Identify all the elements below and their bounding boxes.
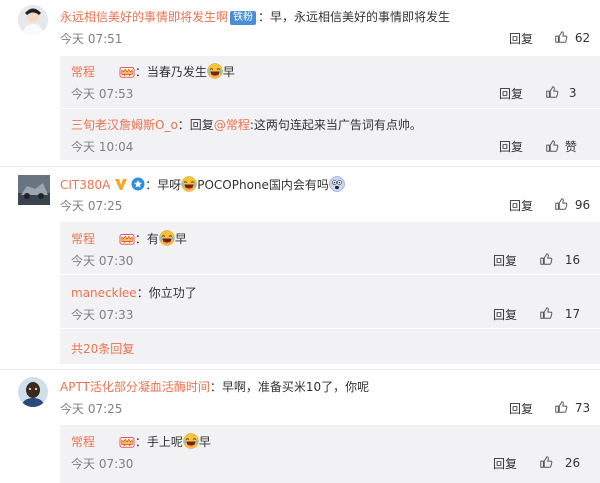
- comment-time: 今天 07:25: [60, 402, 123, 416]
- comment-author[interactable]: 永远相信美好的事情即将发生啊: [60, 10, 228, 24]
- reply-text-after: :这两句连起来当广告词有点帅。: [249, 118, 422, 132]
- vip-crown-icon: [119, 64, 135, 78]
- reply-button[interactable]: 回复: [509, 400, 533, 417]
- reply-author[interactable]: manecklee: [71, 286, 137, 300]
- like-count: 17: [564, 307, 581, 321]
- like-count: 16: [564, 253, 581, 267]
- reply-button[interactable]: 回复: [499, 85, 523, 102]
- comment-text: ：早呀: [145, 178, 182, 192]
- thumb-up-icon: [539, 306, 553, 320]
- like-button[interactable]: 16: [539, 252, 580, 269]
- comment-author[interactable]: CIT380A: [60, 178, 110, 192]
- like-label: 赞: [564, 140, 577, 154]
- comment-line: 永远相信美好的事情即将发生啊 铁粉 ：早，永远相信美好的事情即将发生: [60, 8, 450, 25]
- like-count: 62: [574, 31, 591, 45]
- thumb-up-icon: [554, 30, 568, 44]
- like-count: 3: [568, 86, 577, 100]
- fan-badge: 铁粉: [230, 11, 257, 25]
- reply-button[interactable]: 回复: [509, 197, 533, 214]
- reply-time: 今天 07:53: [71, 87, 134, 101]
- comment-author[interactable]: APTT活化部分凝血活酶时间: [60, 380, 210, 394]
- laugh-emoji-icon: [181, 176, 197, 192]
- reply-author[interactable]: 常程: [71, 232, 95, 246]
- comment-time: 今天 07:25: [60, 199, 123, 213]
- like-button[interactable]: 3: [545, 85, 576, 102]
- like-button[interactable]: 62: [554, 30, 590, 47]
- laugh-emoji-icon: [207, 63, 223, 79]
- reply-author[interactable]: 常程: [71, 435, 95, 449]
- like-count: 96: [574, 198, 591, 212]
- reply-text-after: 早: [174, 232, 187, 246]
- reply-line: manecklee：你立功了: [71, 284, 197, 301]
- comment-divider: [0, 369, 600, 370]
- divider: [60, 328, 600, 329]
- reply-time: 今天 10:04: [71, 140, 134, 154]
- comment-text: ：早啊，准备买米10了，你呢: [209, 380, 370, 394]
- reply-time: 今天 07:33: [71, 308, 134, 322]
- more-replies-link[interactable]: 共20条回复: [71, 340, 134, 357]
- thumb-up-icon: [545, 139, 559, 153]
- avatar[interactable]: [18, 377, 48, 407]
- like-count: 26: [564, 456, 581, 470]
- avatar[interactable]: [18, 5, 48, 35]
- comment-time: 今天 07:51: [60, 32, 123, 46]
- reply-button[interactable]: 回复: [493, 306, 517, 323]
- vip-crown-icon: [119, 231, 135, 245]
- comment-line: CIT380A ：早呀 POCOPhone国内会有吗: [60, 176, 345, 193]
- reply-button[interactable]: 回复: [499, 138, 523, 155]
- reply-text: ：当春乃发生: [134, 65, 207, 79]
- vip-badge-icon: [114, 177, 128, 191]
- thumb-up-icon: [554, 400, 568, 414]
- vip-crown-icon: [119, 434, 135, 448]
- comment-divider: [0, 166, 600, 167]
- laugh-emoji-icon: [159, 230, 175, 246]
- reply-text: ：回复: [177, 118, 214, 132]
- thumb-up-icon: [539, 455, 553, 469]
- reply-button[interactable]: 回复: [493, 455, 517, 472]
- vip-level-icon: [131, 177, 145, 191]
- reply-time: 今天 07:30: [71, 254, 134, 268]
- reply-text: ：你立功了: [136, 286, 197, 300]
- reply-author[interactable]: 常程: [71, 65, 95, 79]
- like-count: 73: [574, 401, 591, 415]
- reply-time: 今天 07:30: [71, 457, 134, 471]
- comment-text-after: POCOPhone国内会有吗: [197, 178, 329, 192]
- divider: [60, 108, 600, 109]
- reply-text: ：有: [134, 232, 159, 246]
- reply-author[interactable]: 三旬老汉詹姆斯O_o: [71, 118, 178, 132]
- like-button[interactable]: 17: [539, 306, 580, 323]
- thumb-up-icon: [554, 197, 568, 211]
- reply-line: 三旬老汉詹姆斯O_o：回复@常程:这两句连起来当广告词有点帅。: [71, 116, 422, 133]
- reply-line: 常程 ：当春乃发生 早: [71, 63, 235, 80]
- comment-line: APTT活化部分凝血活酶时间：早啊，准备买米10了，你呢: [60, 378, 369, 395]
- reply-line: 常程 ：手上呢 早: [71, 433, 211, 450]
- scared-emoji-icon: [329, 176, 345, 192]
- reply-button[interactable]: 回复: [493, 252, 517, 269]
- like-button[interactable]: 96: [554, 197, 590, 214]
- thumb-up-icon: [539, 252, 553, 266]
- reply-button[interactable]: 回复: [509, 30, 533, 47]
- reply-text-after: 早: [222, 65, 235, 79]
- avatar[interactable]: [18, 175, 50, 205]
- comment-text: ：早，永远相信美好的事情即将发生: [258, 10, 451, 24]
- laugh-emoji-icon: [183, 433, 199, 449]
- like-button[interactable]: 赞: [545, 138, 577, 156]
- divider: [60, 274, 600, 275]
- like-button[interactable]: 73: [554, 400, 590, 417]
- thumb-up-icon: [545, 85, 559, 99]
- reply-text: ：手上呢: [134, 435, 183, 449]
- reply-text-after: 早: [198, 435, 211, 449]
- reply-line: 常程 ：有 早: [71, 230, 187, 247]
- like-button[interactable]: 26: [539, 455, 580, 472]
- mention-link[interactable]: @常程: [214, 118, 250, 132]
